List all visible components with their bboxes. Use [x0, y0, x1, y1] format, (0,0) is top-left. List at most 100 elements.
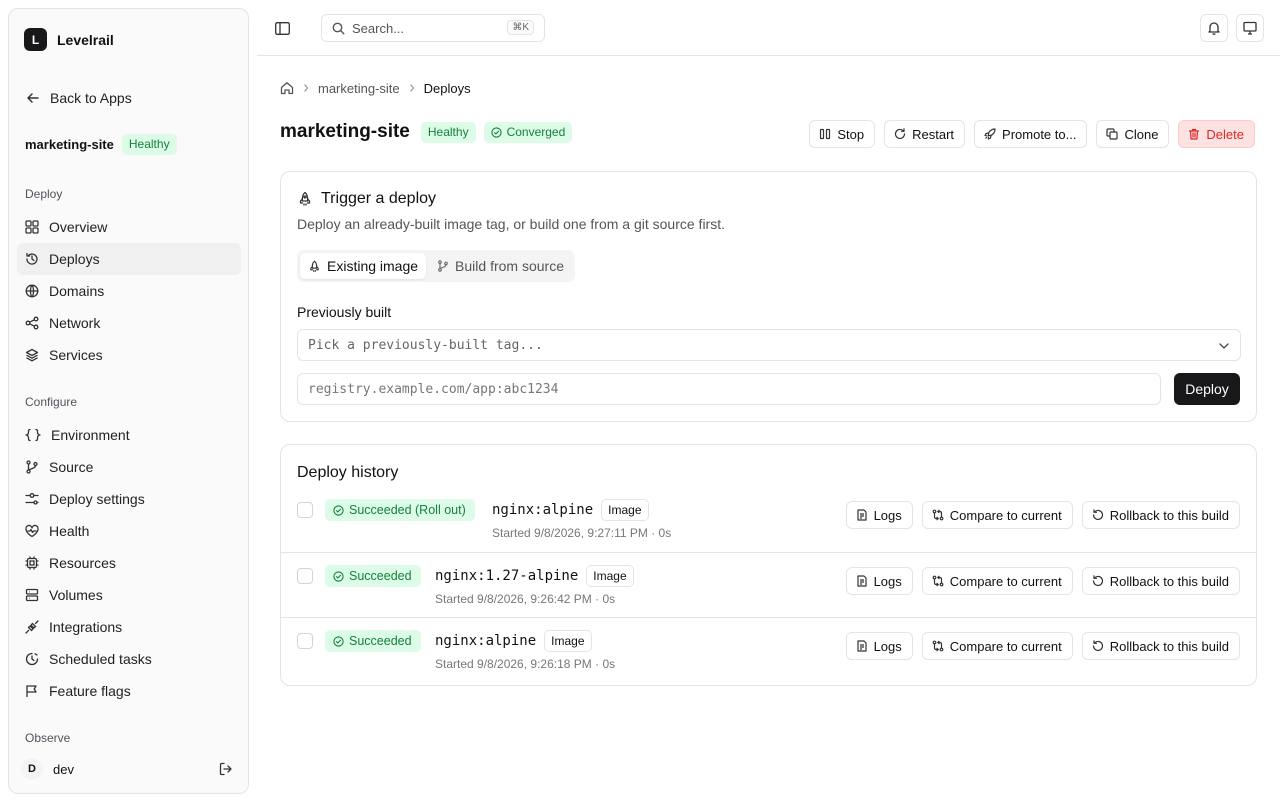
- row-checkbox[interactable]: [297, 633, 313, 649]
- display-button[interactable]: [1236, 14, 1264, 42]
- undo-icon: [1092, 640, 1104, 652]
- delete-button[interactable]: Delete: [1178, 120, 1255, 148]
- logs-button[interactable]: Logs: [845, 567, 913, 595]
- avatar: D: [21, 758, 43, 780]
- sidebar-item-label: Integrations: [49, 619, 123, 635]
- status-label: Succeeded (Roll out): [349, 503, 466, 517]
- trigger-deploy-card: Trigger a deploy Deploy an already-built…: [280, 171, 1257, 422]
- sidebar-item-deploys[interactable]: Deploys: [17, 243, 241, 275]
- brand[interactable]: L Levelrail: [24, 28, 114, 51]
- logs-label: Logs: [873, 573, 902, 589]
- sidebar-item-network[interactable]: Network: [17, 307, 241, 339]
- sidebar-item-volumes[interactable]: Volumes: [17, 579, 241, 611]
- compare-button[interactable]: Compare to current: [921, 501, 1073, 529]
- arrow-left-icon: [25, 90, 41, 106]
- status-badge: Succeeded: [325, 630, 421, 652]
- logs-icon: [856, 509, 868, 521]
- trigger-title: Trigger a deploy: [297, 190, 436, 208]
- sidebar-item-label: Scheduled tasks: [49, 651, 152, 667]
- search-input[interactable]: Search... ⌘K: [321, 14, 545, 42]
- stop-button[interactable]: Stop: [809, 120, 876, 148]
- promote-label: Promote to...: [1002, 126, 1077, 142]
- restart-button[interactable]: Restart: [884, 120, 966, 148]
- sidebar-item-overview[interactable]: Overview: [17, 211, 241, 243]
- status-label: Succeeded: [349, 634, 412, 648]
- sidebar-item-label: Deploy settings: [49, 491, 145, 507]
- sidebar-item-services[interactable]: Services: [17, 339, 241, 371]
- restart-label: Restart: [912, 126, 955, 142]
- rollback-label: Rollback to this build: [1109, 638, 1229, 654]
- grid-icon: [25, 220, 39, 234]
- compare-label: Compare to current: [949, 573, 1062, 589]
- image-tag-input[interactable]: registry.example.com/app:abc1234: [297, 373, 1161, 405]
- sidebar-item-deploy-settings[interactable]: Deploy settings: [17, 483, 241, 515]
- section-label-deploy: Deploy: [25, 187, 63, 201]
- logs-label: Logs: [873, 507, 902, 523]
- row-checkbox[interactable]: [297, 502, 313, 518]
- section-label-configure: Configure: [25, 395, 78, 409]
- sidebar-item-integrations[interactable]: Integrations: [17, 611, 241, 643]
- git-compare-icon: [932, 575, 944, 587]
- top-bar: Search... ⌘K: [257, 0, 1280, 56]
- search-placeholder: Search...: [352, 20, 405, 36]
- tab-build-from-source[interactable]: Build from source: [429, 253, 572, 279]
- undo-icon: [1092, 575, 1104, 587]
- compare-button[interactable]: Compare to current: [921, 567, 1073, 595]
- build-info: nginx:alpine Image: [435, 630, 592, 652]
- previously-built-label: Previously built: [297, 304, 392, 320]
- logout-icon[interactable]: [219, 762, 233, 776]
- status-label: Succeeded: [349, 569, 412, 583]
- user-menu[interactable]: D dev: [21, 757, 237, 781]
- row-checkbox[interactable]: [297, 568, 313, 584]
- sidebar-item-label: Environment: [51, 427, 130, 443]
- logs-button[interactable]: Logs: [845, 632, 913, 660]
- sidebar-item-health[interactable]: Health: [17, 515, 241, 547]
- logs-button[interactable]: Logs: [845, 501, 913, 529]
- sidebar-item-domains[interactable]: Domains: [17, 275, 241, 307]
- build-meta: Started 9/8/2026, 9:27:11 PM · 0s: [492, 526, 672, 540]
- rollback-label: Rollback to this build: [1109, 573, 1229, 589]
- home-icon[interactable]: [280, 81, 294, 95]
- search-icon: [332, 22, 345, 35]
- rollback-button[interactable]: Rollback to this build: [1081, 501, 1240, 529]
- trigger-description: Deploy an already-built image tag, or bu…: [297, 216, 725, 232]
- status-badge: Succeeded: [325, 565, 421, 587]
- sidebar-item-resources[interactable]: Resources: [17, 547, 241, 579]
- rollback-button[interactable]: Rollback to this build: [1081, 632, 1240, 660]
- sidebar-item-environment[interactable]: Environment: [17, 419, 241, 451]
- copy-icon: [1106, 128, 1119, 140]
- previously-built-select[interactable]: Pick a previously-built tag...: [297, 329, 1241, 361]
- kind-badge: Image: [586, 565, 634, 587]
- search-shortcut: ⌘K: [507, 20, 534, 35]
- compare-label: Compare to current: [949, 507, 1062, 523]
- sidebar-item-feature-flags[interactable]: Feature flags: [17, 675, 241, 707]
- deploy-button[interactable]: Deploy: [1174, 373, 1240, 405]
- build-info: nginx:1.27-alpine Image: [435, 565, 634, 587]
- check-circle-icon: [490, 126, 502, 138]
- select-placeholder: Pick a previously-built tag...: [308, 337, 543, 353]
- sidebar-item-scheduled-tasks[interactable]: Scheduled tasks: [17, 643, 241, 675]
- compare-button[interactable]: Compare to current: [921, 632, 1073, 660]
- notifications-button[interactable]: [1200, 14, 1228, 42]
- sidebar-toggle-icon[interactable]: [271, 17, 293, 39]
- kind-badge: Image: [601, 499, 649, 521]
- rollback-button[interactable]: Rollback to this build: [1081, 567, 1240, 595]
- check-circle-icon: [333, 570, 344, 582]
- clone-button[interactable]: Clone: [1096, 120, 1170, 148]
- chevron-right-icon: [302, 83, 310, 93]
- build-meta: Started 9/8/2026, 9:26:42 PM · 0s: [435, 592, 616, 606]
- sidebar-item-label: Domains: [49, 283, 105, 299]
- plug-icon: [25, 620, 39, 634]
- breadcrumb-app-link[interactable]: marketing-site: [318, 81, 400, 96]
- image-tag: nginx:1.27-alpine: [435, 568, 579, 584]
- promote-button[interactable]: Promote to...: [974, 120, 1088, 148]
- sidebar-item-source[interactable]: Source: [17, 451, 241, 483]
- kind-badge: Image: [544, 630, 592, 652]
- back-to-apps-link[interactable]: Back to Apps: [25, 88, 132, 108]
- git-branch-icon: [437, 260, 449, 272]
- sidebar-item-label: Deploys: [49, 251, 100, 267]
- tab-existing-image[interactable]: Existing image: [300, 253, 427, 279]
- logs-icon: [856, 575, 868, 587]
- page-header: marketing-site Healthy Converged: [280, 121, 573, 143]
- image-tag-placeholder: registry.example.com/app:abc1234: [308, 381, 559, 397]
